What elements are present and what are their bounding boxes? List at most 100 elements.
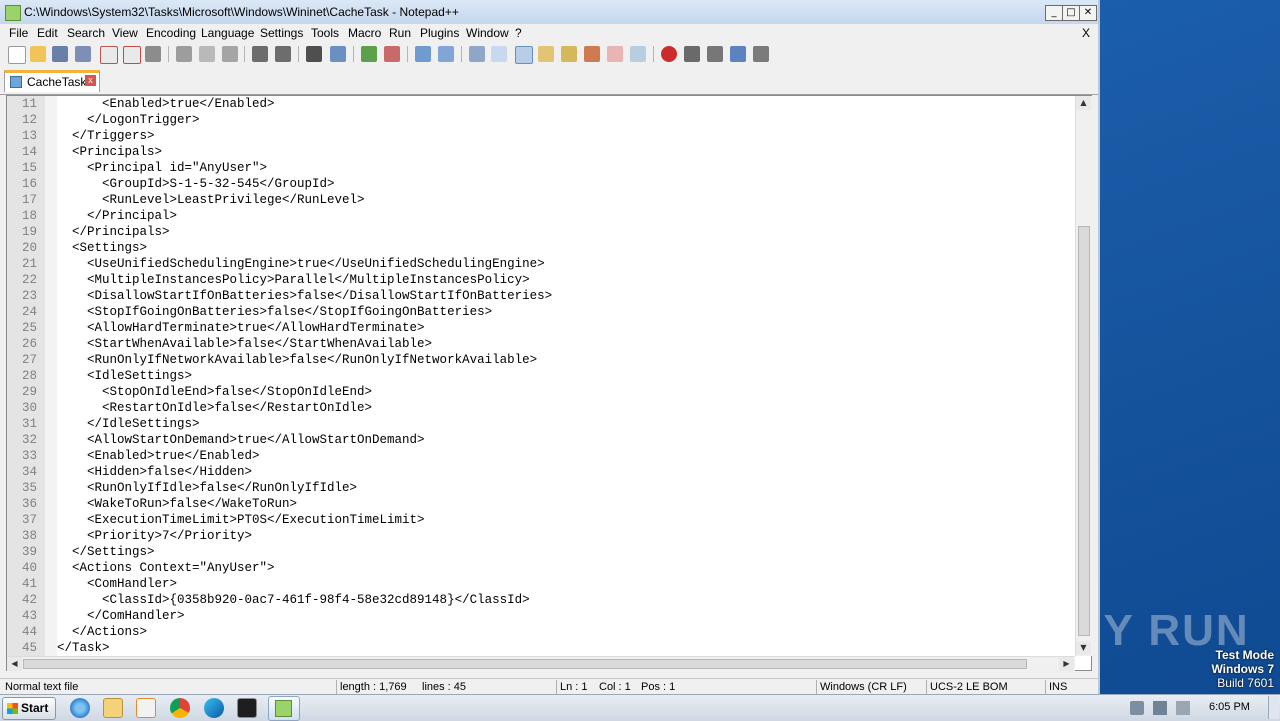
tab-cachetask[interactable]: CacheTask x	[4, 70, 100, 92]
code-line[interactable]: 41 <ComHandler>	[7, 576, 1075, 592]
line-text[interactable]: <RunLevel>LeastPrivilege</RunLevel>	[57, 192, 365, 208]
horizontal-scroll-thumb[interactable]	[23, 659, 1027, 669]
code-line[interactable]: 33 <Enabled>true</Enabled>	[7, 448, 1075, 464]
code-line[interactable]: 19 </Principals>	[7, 224, 1075, 240]
internet-explorer-icon[interactable]	[70, 698, 90, 718]
menu-search[interactable]: Search	[67, 26, 105, 40]
line-text[interactable]: <StartWhenAvailable>false</StartWhenAvai…	[57, 336, 432, 352]
menu-settings[interactable]: Settings	[260, 26, 303, 40]
cmd-icon[interactable]	[237, 698, 257, 718]
code-line[interactable]: 27 <RunOnlyIfNetworkAvailable>false</Run…	[7, 352, 1075, 368]
scroll-up-arrow-icon[interactable]: ▲	[1076, 96, 1091, 110]
menu-tools[interactable]: Tools	[311, 26, 339, 40]
line-text[interactable]: <Actions Context="AnyUser">	[57, 560, 275, 576]
line-text[interactable]: </Principals>	[57, 224, 170, 240]
line-text[interactable]: <ClassId>{0358b920-0ac7-461f-98f4-58e32c…	[57, 592, 530, 608]
show-desktop-button[interactable]	[1268, 696, 1279, 719]
code-line[interactable]: 22 <MultipleInstancesPolicy>Parallel</Mu…	[7, 272, 1075, 288]
maximize-button[interactable]: □	[1062, 5, 1080, 21]
print-icon[interactable]	[145, 46, 161, 62]
run-macro-multiple-icon[interactable]	[730, 46, 746, 62]
clock[interactable]: 6:05 PM	[1209, 701, 1250, 713]
vertical-scroll-thumb[interactable]	[1078, 226, 1090, 636]
line-text[interactable]: <MultipleInstancesPolicy>Parallel</Multi…	[57, 272, 530, 288]
document-map-icon[interactable]	[561, 46, 577, 62]
code-line[interactable]: 44 </Actions>	[7, 624, 1075, 640]
line-text[interactable]: <AllowHardTerminate>true</AllowHardTermi…	[57, 320, 425, 336]
line-text[interactable]: <DisallowStartIfOnBatteries>false</Disal…	[57, 288, 552, 304]
action-center-flag-icon[interactable]	[1176, 701, 1190, 715]
close-document-x[interactable]: X	[1082, 26, 1090, 40]
code-line[interactable]: 34 <Hidden>false</Hidden>	[7, 464, 1075, 480]
code-line[interactable]: 45 </Task>	[7, 640, 1075, 656]
folder-as-workspace-icon[interactable]	[607, 46, 623, 62]
tab-close-button[interactable]: x	[85, 75, 96, 86]
show-all-chars-icon[interactable]	[491, 46, 507, 62]
replace-icon[interactable]	[330, 46, 346, 62]
redo-icon[interactable]	[275, 46, 291, 62]
chrome-icon[interactable]	[170, 698, 190, 718]
volume-icon[interactable]	[1130, 701, 1144, 715]
save-macro-icon[interactable]	[753, 46, 769, 62]
code-line[interactable]: 23 <DisallowStartIfOnBatteries>false</Di…	[7, 288, 1075, 304]
line-text[interactable]: <RestartOnIdle>false</RestartOnIdle>	[57, 400, 372, 416]
undo-icon[interactable]	[252, 46, 268, 62]
media-player-icon[interactable]	[136, 698, 156, 718]
code-line[interactable]: 11 <Enabled>true</Enabled>	[7, 96, 1075, 112]
code-line[interactable]: 43 </ComHandler>	[7, 608, 1075, 624]
record-macro-icon[interactable]	[661, 46, 677, 62]
line-text[interactable]: <Principals>	[57, 144, 162, 160]
vertical-scrollbar[interactable]: ▲ ▼	[1075, 96, 1092, 656]
code-line[interactable]: 25 <AllowHardTerminate>true</AllowHardTe…	[7, 320, 1075, 336]
line-text[interactable]: </LogonTrigger>	[57, 112, 200, 128]
network-icon[interactable]	[1153, 701, 1167, 715]
close-all-icon[interactable]	[123, 46, 141, 64]
code-line[interactable]: 36 <WakeToRun>false</WakeToRun>	[7, 496, 1075, 512]
minimize-button[interactable]: _	[1045, 5, 1063, 21]
indent-guide-icon[interactable]	[515, 46, 533, 64]
code-line[interactable]: 30 <RestartOnIdle>false</RestartOnIdle>	[7, 400, 1075, 416]
code-line[interactable]: 12 </LogonTrigger>	[7, 112, 1075, 128]
editor-area[interactable]: 11 <Enabled>true</Enabled> 12 </LogonTrig…	[6, 95, 1092, 671]
horizontal-scrollbar[interactable]: ◀ ▶	[7, 656, 1075, 671]
start-button[interactable]: Start	[2, 697, 56, 720]
line-text[interactable]: <IdleSettings>	[57, 368, 192, 384]
title-bar[interactable]: C:\Windows\System32\Tasks\Microsoft\Wind…	[0, 0, 1098, 25]
menu-view[interactable]: View	[112, 26, 138, 40]
line-text[interactable]: <UseUnifiedSchedulingEngine>true</UseUni…	[57, 256, 545, 272]
menu-help[interactable]: ?	[515, 26, 522, 40]
line-text[interactable]: <Settings>	[57, 240, 147, 256]
code-line[interactable]: 16 <GroupId>S-1-5-32-545</GroupId>	[7, 176, 1075, 192]
code-line[interactable]: 38 <Priority>7</Priority>	[7, 528, 1075, 544]
scroll-left-arrow-icon[interactable]: ◀	[7, 657, 22, 671]
code-text[interactable]: 11 <Enabled>true</Enabled> 12 </LogonTrig…	[7, 96, 1075, 656]
code-line[interactable]: 32 <AllowStartOnDemand>true</AllowStartO…	[7, 432, 1075, 448]
notepad-plus-plus-app-icon[interactable]	[5, 5, 21, 21]
line-text[interactable]: </ComHandler>	[57, 608, 185, 624]
line-text[interactable]: </IdleSettings>	[57, 416, 200, 432]
line-text[interactable]: <RunOnlyIfIdle>false</RunOnlyIfIdle>	[57, 480, 357, 496]
code-line[interactable]: 29 <StopOnIdleEnd>false</StopOnIdleEnd>	[7, 384, 1075, 400]
play-macro-icon[interactable]	[707, 46, 723, 62]
taskbar-notepad-plus-plus-button[interactable]	[268, 696, 300, 721]
menu-file[interactable]: File	[9, 26, 28, 40]
code-line[interactable]: 14 <Principals>	[7, 144, 1075, 160]
code-line[interactable]: 28 <IdleSettings>	[7, 368, 1075, 384]
user-language-icon[interactable]	[538, 46, 554, 62]
word-wrap-icon[interactable]	[469, 46, 485, 62]
stop-recording-icon[interactable]	[684, 46, 700, 62]
close-icon[interactable]	[100, 46, 118, 64]
save-all-icon[interactable]	[75, 46, 91, 62]
code-line[interactable]: 40 <Actions Context="AnyUser">	[7, 560, 1075, 576]
code-line[interactable]: 39 </Settings>	[7, 544, 1075, 560]
code-line[interactable]: 42 <ClassId>{0358b920-0ac7-461f-98f4-58e…	[7, 592, 1075, 608]
code-line[interactable]: 24 <StopIfGoingOnBatteries>false</StopIf…	[7, 304, 1075, 320]
menu-language[interactable]: Language	[201, 26, 254, 40]
code-line[interactable]: 21 <UseUnifiedSchedulingEngine>true</Use…	[7, 256, 1075, 272]
cut-icon[interactable]	[176, 46, 192, 62]
zoom-in-icon[interactable]	[361, 46, 377, 62]
code-line[interactable]: 20 <Settings>	[7, 240, 1075, 256]
find-icon[interactable]	[306, 46, 322, 62]
menu-plugins[interactable]: Plugins	[420, 26, 459, 40]
code-line[interactable]: 18 </Principal>	[7, 208, 1075, 224]
